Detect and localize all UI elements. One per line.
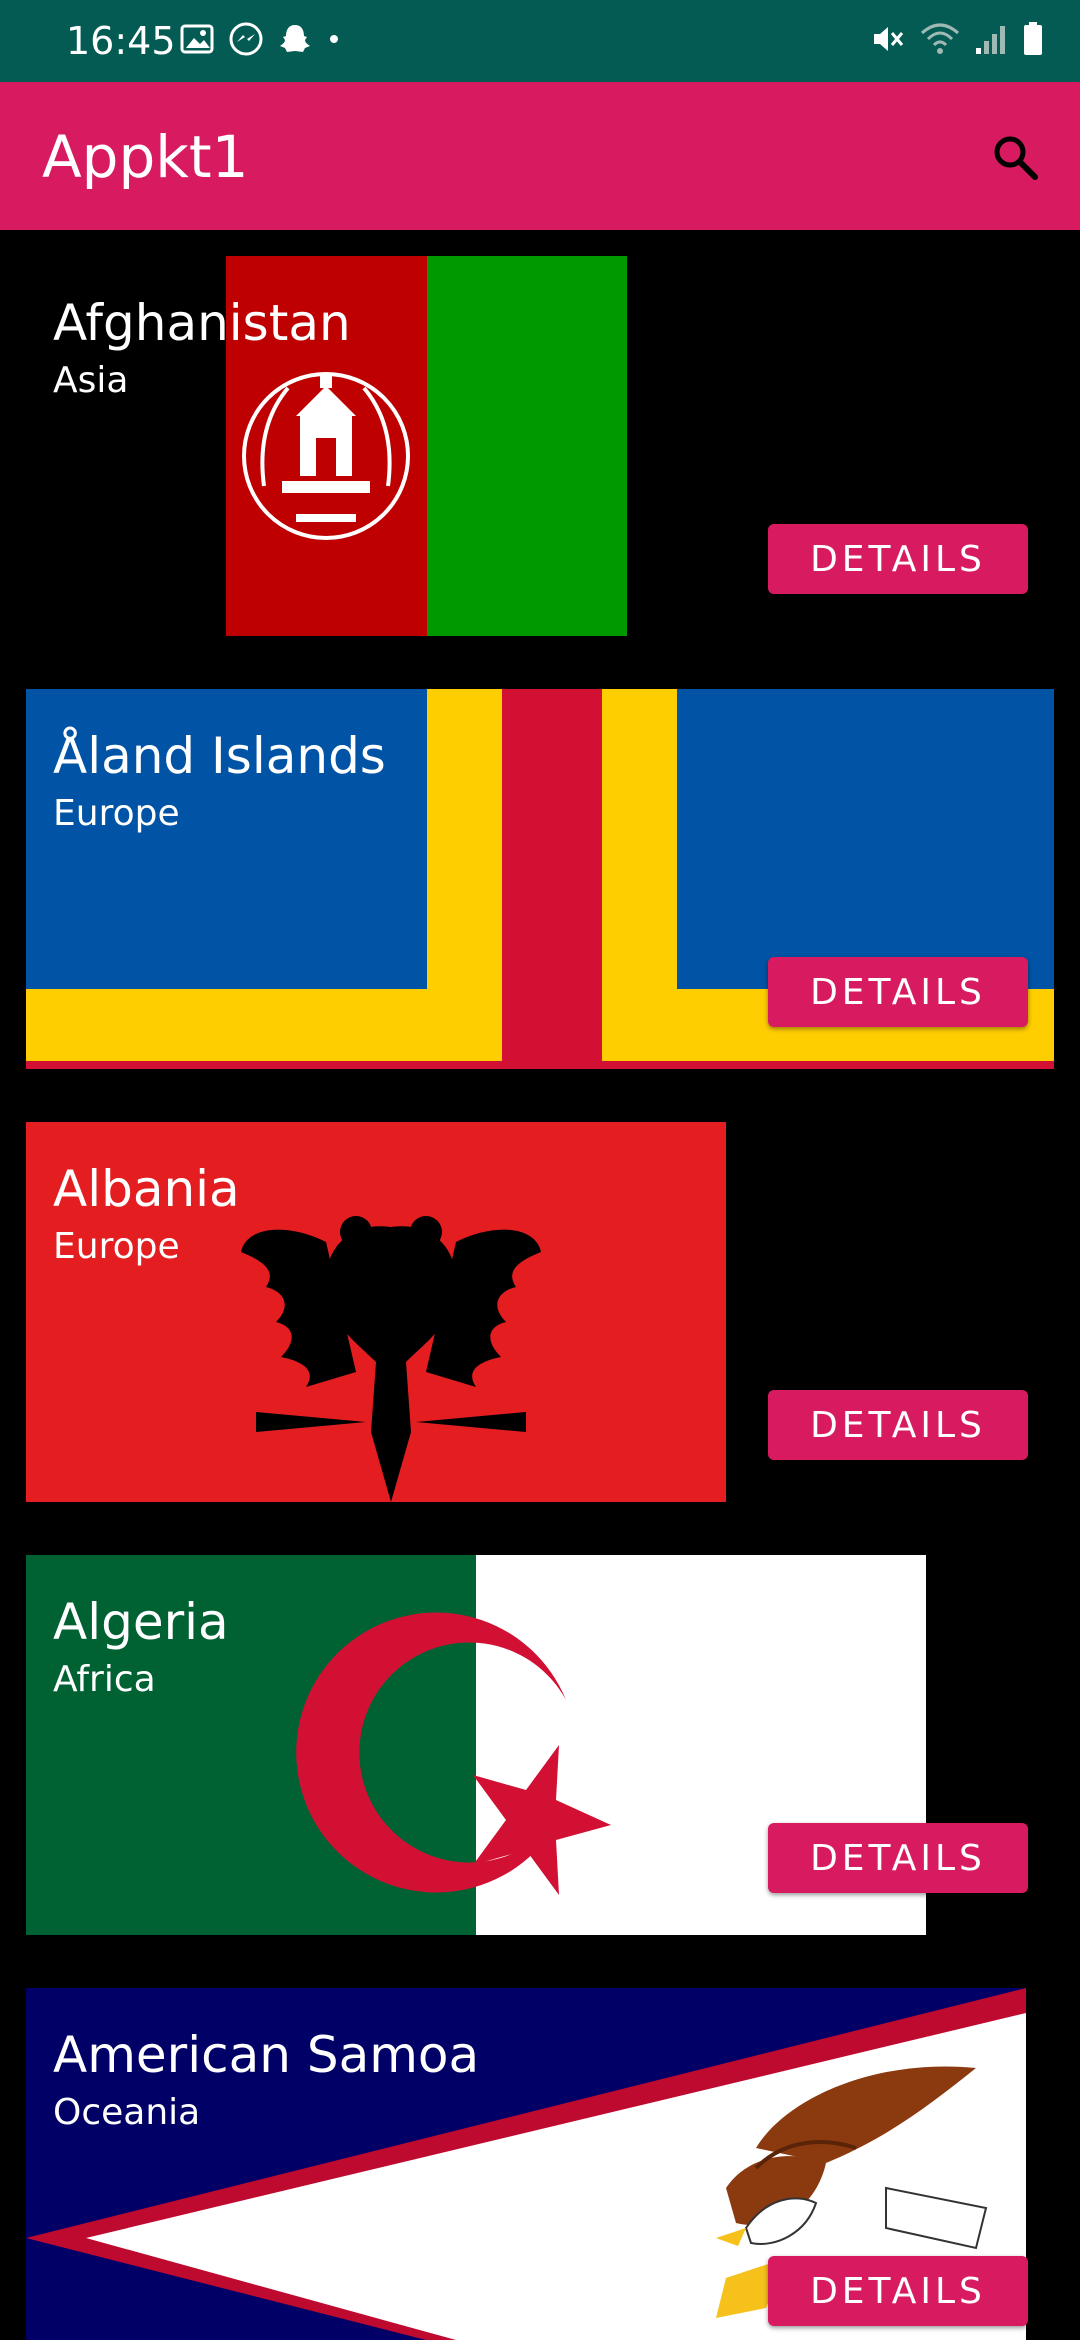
mute-icon bbox=[870, 21, 906, 62]
search-icon bbox=[994, 136, 1038, 180]
country-region: Africa bbox=[53, 1659, 156, 1700]
country-name: Albania bbox=[53, 1160, 240, 1218]
country-region: Oceania bbox=[53, 2092, 201, 2133]
system-icons bbox=[870, 20, 1044, 62]
gallery-icon bbox=[180, 24, 214, 59]
details-button[interactable]: DETAILS bbox=[768, 524, 1028, 594]
search-button[interactable] bbox=[980, 122, 1050, 192]
snapchat-icon bbox=[278, 22, 312, 61]
details-button[interactable]: DETAILS bbox=[768, 2256, 1028, 2326]
country-name: Åland Islands bbox=[53, 727, 386, 785]
details-button[interactable]: DETAILS bbox=[768, 1823, 1028, 1893]
country-region: Europe bbox=[53, 793, 180, 834]
country-region: Asia bbox=[53, 360, 129, 401]
messenger-icon bbox=[228, 21, 264, 62]
status-bar: 16:45 bbox=[0, 0, 1080, 82]
dot-icon bbox=[326, 31, 342, 52]
status-time: 16:45 bbox=[66, 19, 176, 63]
country-name: Afghanistan bbox=[53, 294, 351, 352]
country-card-albania[interactable]: Albania Europe DETAILS bbox=[26, 1122, 1054, 1502]
details-button[interactable]: DETAILS bbox=[768, 957, 1028, 1027]
country-card-aland-islands[interactable]: Åland Islands Europe DETAILS bbox=[26, 689, 1054, 1069]
wifi-icon bbox=[920, 21, 960, 62]
app-bar: Appkt1 bbox=[0, 82, 1080, 230]
details-button[interactable]: DETAILS bbox=[768, 1390, 1028, 1460]
country-card-algeria[interactable]: Algeria Africa DETAILS bbox=[26, 1555, 1054, 1935]
notification-icons bbox=[180, 20, 356, 62]
country-name: American Samoa bbox=[53, 2026, 480, 2084]
app-title: Appkt1 bbox=[42, 123, 249, 191]
battery-icon bbox=[1022, 21, 1044, 62]
country-card-american-samoa[interactable]: American Samoa Oceania DETAILS bbox=[26, 1988, 1054, 2340]
country-region: Europe bbox=[53, 1226, 180, 1267]
country-name: Algeria bbox=[53, 1593, 229, 1651]
signal-icon bbox=[974, 22, 1008, 61]
country-card-afghanistan[interactable]: Afghanistan Asia DETAILS bbox=[26, 256, 1054, 636]
